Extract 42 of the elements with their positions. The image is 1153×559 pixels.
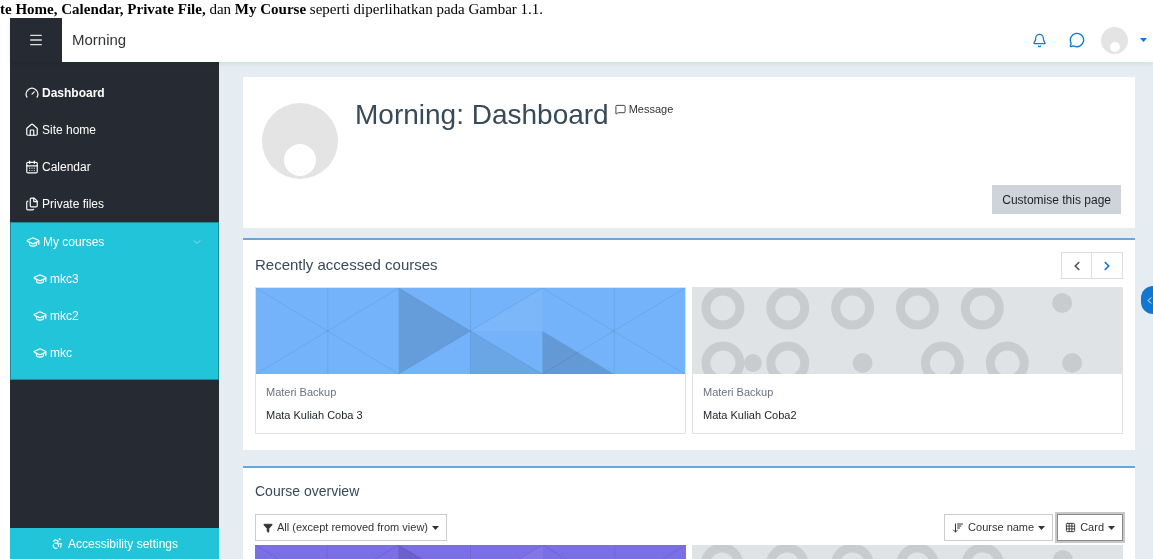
sidebar-item[interactable]: Private files <box>10 185 219 222</box>
nav-icon <box>25 159 39 174</box>
caret-icon <box>432 525 439 530</box>
sort-dropdown[interactable]: Course name <box>944 514 1054 541</box>
nav-icon <box>25 85 39 100</box>
caret-icon <box>1140 38 1147 42</box>
chevron-left-icon <box>1144 294 1153 306</box>
site-name[interactable]: Morning <box>72 28 127 52</box>
sidebar-item[interactable]: Site home <box>10 111 219 148</box>
menu-button[interactable] <box>10 18 62 62</box>
course-name[interactable]: Mata Kuliah Coba 3 <box>266 406 675 423</box>
nav-icon <box>26 234 40 249</box>
accessibility-icon <box>50 537 64 550</box>
course-card[interactable]: Materi Backup Mata Kuliah Coba 3 <box>255 287 686 434</box>
graduation-cap-icon <box>33 271 47 286</box>
course-name[interactable]: Mata Kuliah Coba2 <box>703 406 1112 423</box>
section-title: Recently accessed courses <box>255 255 438 276</box>
graduation-cap-icon <box>33 308 47 323</box>
customise-page-button[interactable]: Customise this page <box>992 185 1121 214</box>
course-category: Materi Backup <box>266 385 338 400</box>
nav-icon <box>25 122 39 137</box>
course-category: Materi Backup <box>703 385 775 400</box>
sidebar-item[interactable]: Dashboard <box>10 74 219 111</box>
notification-bell-icon[interactable] <box>1032 32 1047 48</box>
sort-icon <box>952 521 965 534</box>
graduation-cap-icon <box>33 345 47 360</box>
menu-icon <box>28 32 44 48</box>
speech-bubble-icon <box>614 103 626 115</box>
chat-bubble-icon[interactable] <box>1069 32 1085 48</box>
section-title: Course overview <box>255 482 361 501</box>
filter-icon <box>263 522 273 533</box>
caret-icon <box>1038 525 1046 530</box>
course-card[interactable]: Materi Backup Mata Kuliah Coba2 <box>692 287 1123 434</box>
sidebar-item[interactable]: Calendar <box>10 148 219 185</box>
filter-dropdown[interactable]: All (except removed from view) <box>255 514 447 541</box>
view-dropdown[interactable]: Card <box>1057 514 1123 541</box>
page-title: Morning: Dashboard <box>355 98 609 132</box>
caret-icon <box>1108 525 1115 530</box>
nav-icon <box>25 196 39 211</box>
message-link[interactable]: Message <box>614 101 674 118</box>
document-caption: te Home, Calendar, Private File, dan My Course seperti diperlihatkan pada Gambar 1.1. <box>0 0 544 18</box>
grid-icon <box>1065 522 1077 533</box>
